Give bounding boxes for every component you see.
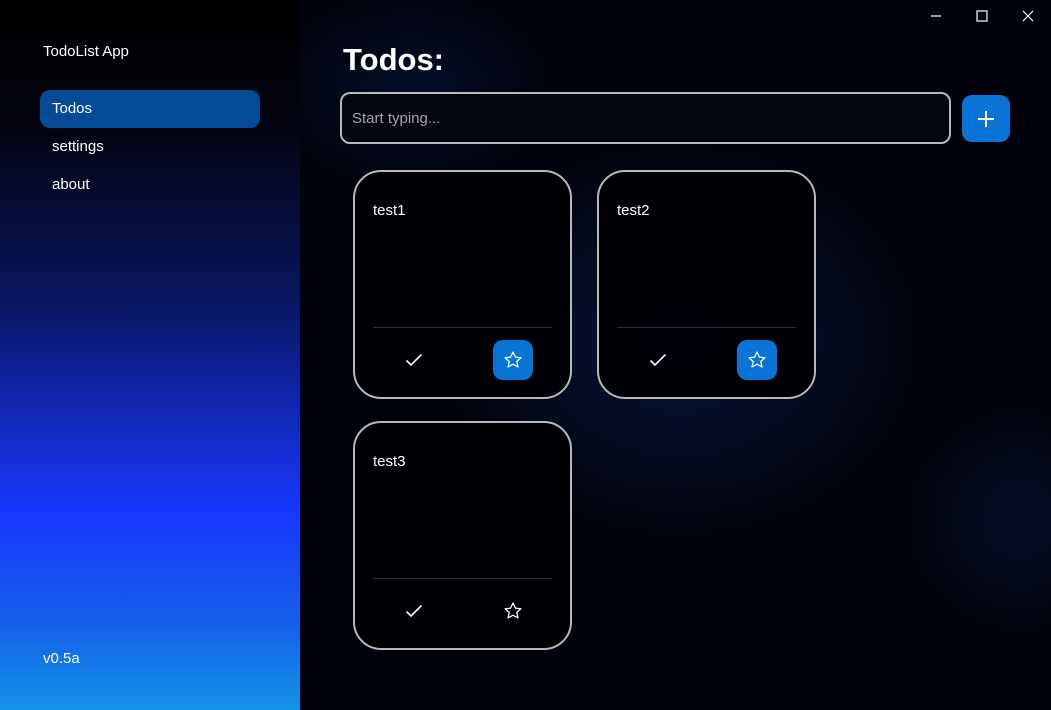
sidebar-nav: Todos settings about xyxy=(40,90,260,204)
star-icon xyxy=(748,351,766,368)
sidebar: TodoList App Todos settings about v0.5a xyxy=(0,0,300,710)
close-icon xyxy=(1022,10,1034,22)
main-content: Todos: test1 test2 xyxy=(300,0,1051,710)
app-title: TodoList App xyxy=(43,43,129,60)
maximize-icon xyxy=(976,10,988,22)
sidebar-item-about[interactable]: about xyxy=(40,166,260,204)
check-icon xyxy=(649,353,667,367)
page-title: Todos: xyxy=(343,42,445,77)
check-icon xyxy=(405,353,423,367)
complete-button[interactable] xyxy=(638,340,678,380)
add-todo-button[interactable] xyxy=(962,95,1010,142)
todo-card: test3 xyxy=(353,421,572,650)
card-divider xyxy=(617,327,796,328)
window-controls xyxy=(913,0,1051,32)
sidebar-item-todos[interactable]: Todos xyxy=(40,90,260,128)
check-icon xyxy=(405,604,423,618)
card-divider xyxy=(373,327,552,328)
complete-button[interactable] xyxy=(394,340,434,380)
todo-input[interactable] xyxy=(342,94,949,142)
todo-card: test2 xyxy=(597,170,816,399)
maximize-button[interactable] xyxy=(959,0,1005,32)
favorite-button[interactable] xyxy=(737,340,777,380)
todo-card-title: test3 xyxy=(373,453,406,470)
minimize-button[interactable] xyxy=(913,0,959,32)
star-icon xyxy=(504,602,522,619)
plus-icon xyxy=(978,110,994,127)
star-icon xyxy=(504,351,522,368)
version-label: v0.5a xyxy=(43,650,80,667)
card-divider xyxy=(373,578,552,579)
minimize-icon xyxy=(931,15,941,17)
todo-card-title: test1 xyxy=(373,202,406,219)
todo-input-wrapper xyxy=(340,92,951,144)
todo-card: test1 xyxy=(353,170,572,399)
todo-card-title: test2 xyxy=(617,202,650,219)
complete-button[interactable] xyxy=(394,591,434,631)
close-button[interactable] xyxy=(1005,0,1051,32)
favorite-button[interactable] xyxy=(493,340,533,380)
sidebar-item-settings[interactable]: settings xyxy=(40,128,260,166)
favorite-button[interactable] xyxy=(493,591,533,631)
